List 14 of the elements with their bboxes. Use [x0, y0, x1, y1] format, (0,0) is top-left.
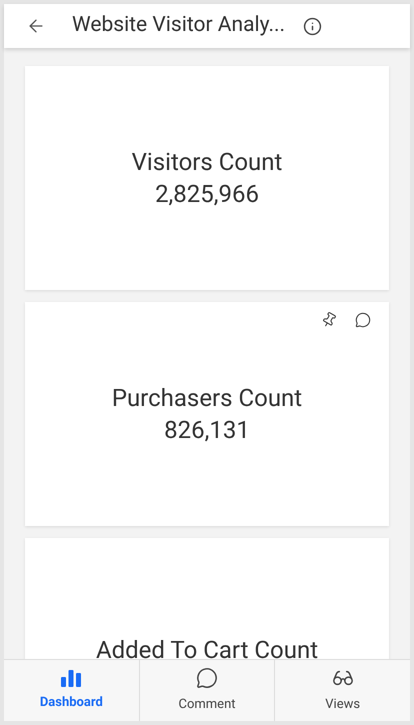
- comment-icon[interactable]: [355, 312, 371, 328]
- nav-tab[interactable]: Views: [274, 660, 410, 721]
- metric-title: Visitors Count: [132, 147, 282, 178]
- pin-icon[interactable]: [321, 312, 337, 328]
- nav-tab[interactable]: Comment: [138, 660, 274, 721]
- speech-bubble-icon: [196, 666, 218, 689]
- bar-chart-icon: [60, 668, 82, 687]
- metric-value: 826,131: [164, 415, 250, 446]
- metric-value: 2,825,966: [155, 179, 259, 210]
- metric-title: Purchasers Count: [112, 383, 302, 414]
- page-title: Website Visitor Analy...: [72, 12, 286, 40]
- metric-title: Added To Cart Count: [96, 635, 318, 659]
- info-icon[interactable]: [303, 16, 322, 36]
- nav-tab[interactable]: Dashboard: [4, 660, 139, 721]
